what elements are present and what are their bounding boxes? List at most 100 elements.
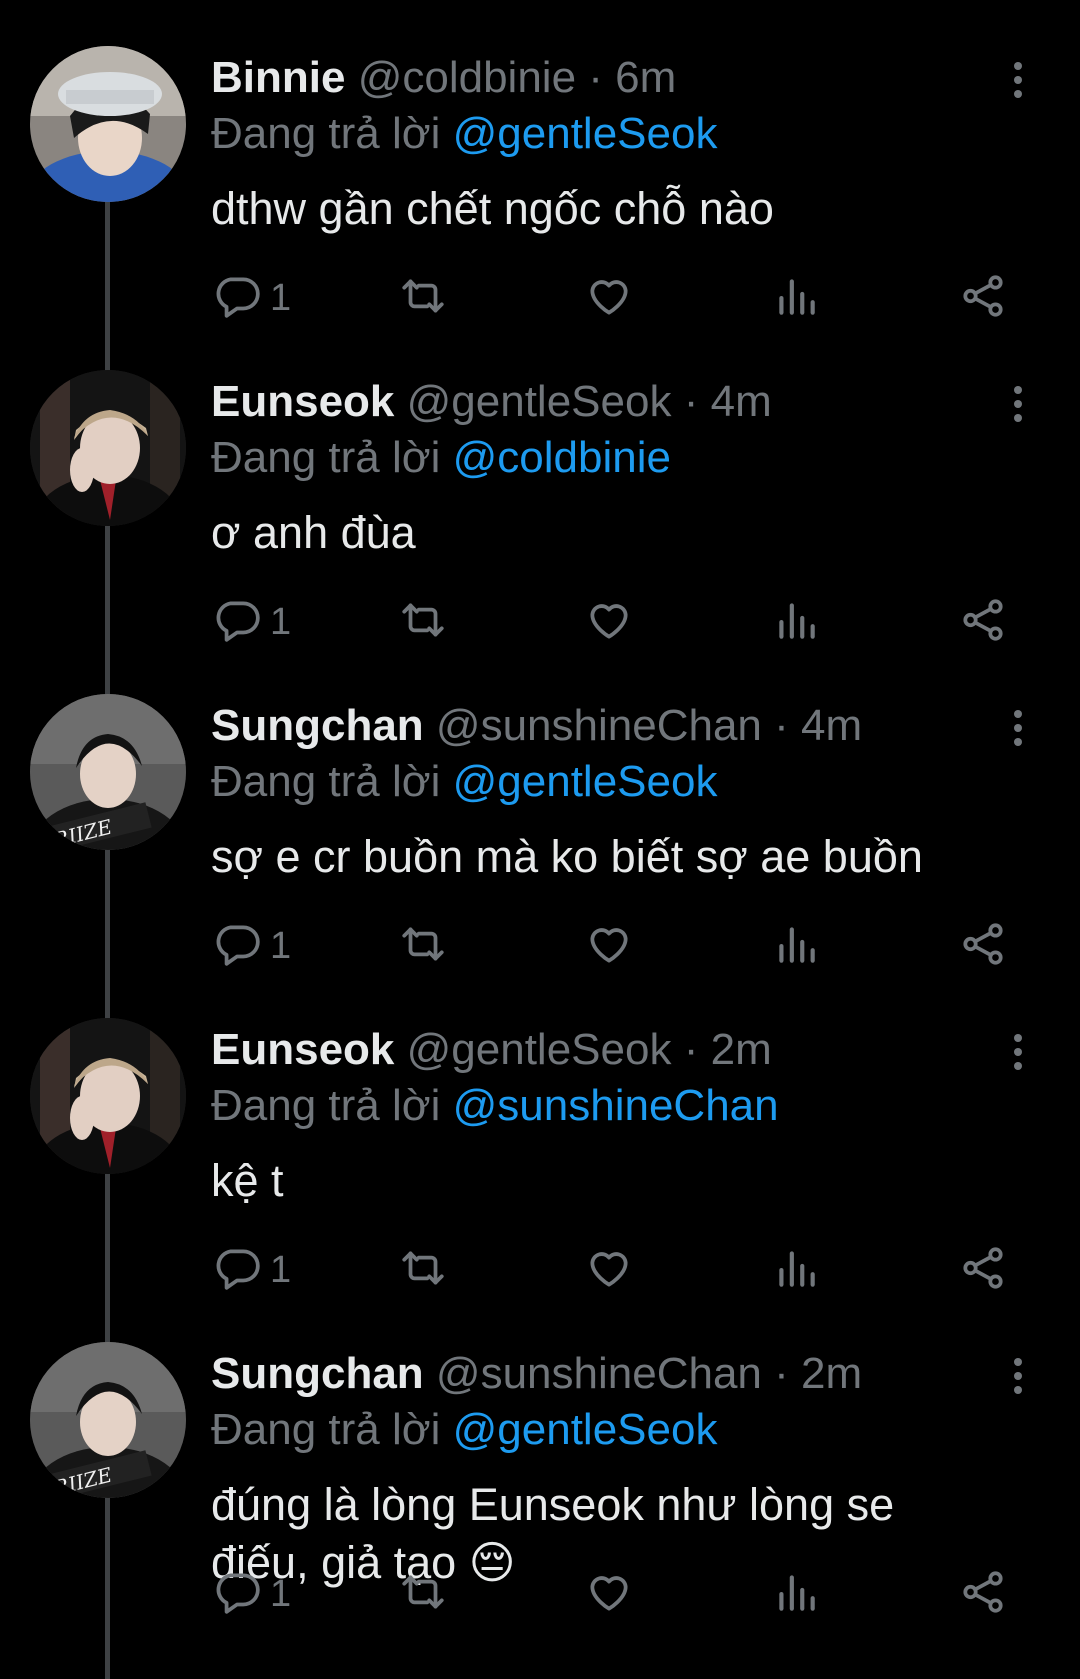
retweet-button[interactable] — [398, 1564, 448, 1624]
views-icon — [771, 919, 821, 974]
user-handle[interactable]: @gentleSeok — [407, 377, 672, 426]
timestamp[interactable]: 2m — [711, 1025, 772, 1074]
display-name[interactable]: Sungchan — [211, 1349, 424, 1398]
avatar[interactable]: RIIZE — [30, 1342, 186, 1498]
like-button[interactable] — [584, 916, 634, 976]
heart-icon — [584, 919, 634, 974]
retweet-button[interactable] — [398, 268, 448, 328]
views-icon — [771, 1567, 821, 1622]
retweet-icon — [398, 595, 448, 650]
heart-icon — [584, 1567, 634, 1622]
tweet-header: Eunseok @gentleSeok · 4m — [211, 378, 772, 426]
avatar[interactable] — [30, 46, 186, 202]
mention-link[interactable]: @gentleSeok — [453, 757, 718, 806]
user-handle[interactable]: @sunshineChan — [436, 1349, 762, 1398]
share-button[interactable] — [958, 268, 1008, 328]
more-options-icon[interactable] — [1003, 708, 1033, 748]
retweet-icon — [398, 1243, 448, 1298]
views-button[interactable] — [771, 1240, 821, 1300]
tweet-text: sợ e cr buồn mà ko biết sợ ae buồn — [211, 831, 923, 882]
share-icon — [958, 595, 1008, 650]
tweet-reply[interactable]: Eunseok @gentleSeok · 4m Đang trả lời @c… — [0, 344, 1080, 668]
reply-icon — [212, 271, 262, 326]
reply-button[interactable]: 1 — [212, 592, 291, 652]
views-button[interactable] — [771, 916, 821, 976]
views-icon — [771, 1243, 821, 1298]
mention-link[interactable]: @gentleSeok — [453, 109, 718, 158]
reply-icon — [212, 1567, 262, 1622]
separator-dot: · — [683, 1025, 699, 1074]
display-name[interactable]: Eunseok — [211, 1025, 394, 1074]
replying-to: Đang trả lời @gentleSeok — [211, 110, 717, 158]
user-handle[interactable]: @sunshineChan — [436, 701, 762, 750]
action-bar: 1 — [0, 1240, 1080, 1300]
reply-count: 1 — [270, 1248, 292, 1291]
more-options-icon[interactable] — [1003, 1356, 1033, 1396]
reply-count: 1 — [270, 924, 292, 967]
separator-dot: · — [683, 377, 699, 426]
timestamp[interactable]: 2m — [801, 1349, 862, 1398]
heart-icon — [584, 595, 634, 650]
display-name[interactable]: Eunseok — [211, 377, 394, 426]
tweet-reply[interactable]: RIIZE Sungchan @sunshineChan · 2m Đang t… — [0, 1316, 1080, 1640]
share-button[interactable] — [958, 916, 1008, 976]
tweet-header: Sungchan @sunshineChan · 2m — [211, 1350, 862, 1398]
tweet-reply[interactable]: RIIZE Sungchan @sunshineChan · 4m Đang t… — [0, 668, 1080, 992]
tweet-header: Sungchan @sunshineChan · 4m — [211, 702, 862, 750]
avatar[interactable]: RIIZE — [30, 694, 186, 850]
like-button[interactable] — [584, 268, 634, 328]
heart-icon — [584, 271, 634, 326]
more-options-icon[interactable] — [1003, 1032, 1033, 1072]
avatar[interactable] — [30, 370, 186, 526]
user-handle[interactable]: @coldbinie — [358, 53, 576, 102]
user-handle[interactable]: @gentleSeok — [407, 1025, 672, 1074]
views-button[interactable] — [771, 592, 821, 652]
share-icon — [958, 271, 1008, 326]
action-bar: 1 — [0, 268, 1080, 328]
reply-button[interactable]: 1 — [212, 916, 291, 976]
like-button[interactable] — [584, 1564, 634, 1624]
tweet-header: Binnie @coldbinie · 6m — [211, 54, 676, 102]
reply-icon — [212, 1243, 262, 1298]
avatar[interactable] — [30, 1018, 186, 1174]
like-button[interactable] — [584, 1240, 634, 1300]
share-icon — [958, 1243, 1008, 1298]
retweet-icon — [398, 919, 448, 974]
separator-dot: · — [774, 1349, 789, 1398]
reply-button[interactable]: 1 — [212, 268, 291, 328]
share-button[interactable] — [958, 1240, 1008, 1300]
like-button[interactable] — [584, 592, 634, 652]
retweet-button[interactable] — [398, 592, 448, 652]
action-bar: 1 — [0, 916, 1080, 976]
tweet-text: ơ anh đùa — [211, 507, 416, 558]
share-button[interactable] — [958, 1564, 1008, 1624]
action-bar: 1 — [0, 592, 1080, 652]
share-icon — [958, 919, 1008, 974]
timestamp[interactable]: 4m — [801, 701, 862, 750]
timestamp[interactable]: 4m — [711, 377, 772, 426]
mention-link[interactable]: @gentleSeok — [453, 1405, 718, 1454]
retweet-button[interactable] — [398, 916, 448, 976]
reply-count: 1 — [270, 276, 292, 319]
reply-button[interactable]: 1 — [212, 1240, 291, 1300]
separator-dot: · — [774, 701, 789, 750]
share-button[interactable] — [958, 592, 1008, 652]
mention-link[interactable]: @sunshineChan — [453, 1081, 779, 1130]
tweet-reply[interactable]: Binnie @coldbinie · 6m Đang trả lời @gen… — [0, 20, 1080, 344]
replying-to: Đang trả lời @gentleSeok — [211, 1406, 717, 1454]
reply-button[interactable]: 1 — [212, 1564, 291, 1624]
views-button[interactable] — [771, 1564, 821, 1624]
retweet-icon — [398, 1567, 448, 1622]
display-name[interactable]: Binnie — [211, 53, 345, 102]
display-name[interactable]: Sungchan — [211, 701, 424, 750]
tweet-text: dthw gần chết ngốc chỗ nào — [211, 183, 774, 234]
views-icon — [771, 595, 821, 650]
mention-link[interactable]: @coldbinie — [453, 433, 671, 482]
replying-label: Đang trả lời — [211, 757, 441, 806]
timestamp[interactable]: 6m — [615, 53, 676, 102]
tweet-reply[interactable]: Eunseok @gentleSeok · 2m Đang trả lời @s… — [0, 992, 1080, 1316]
more-options-icon[interactable] — [1003, 384, 1033, 424]
more-options-icon[interactable] — [1003, 60, 1033, 100]
retweet-button[interactable] — [398, 1240, 448, 1300]
views-button[interactable] — [771, 268, 821, 328]
